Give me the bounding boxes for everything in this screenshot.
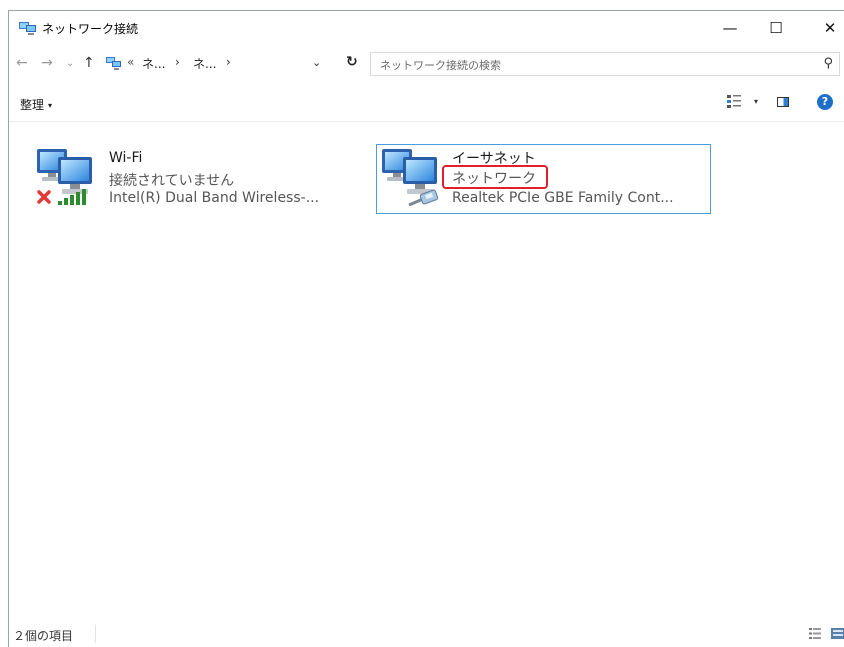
- close-button[interactable]: ✕: [815, 11, 844, 45]
- breadcrumb-separator-icon[interactable]: ›: [175, 55, 180, 69]
- ethernet-cable-icon: [408, 189, 439, 207]
- command-bar: 整理 ▾ ▾ ?: [9, 85, 844, 122]
- search-input[interactable]: ネットワーク接続の検索 ⚲: [370, 52, 840, 76]
- view-options-caret-icon[interactable]: ▾: [754, 97, 758, 106]
- address-row: ← → ⌄ ↑ « ネ... › ネ... › ⌄ ↻ ネットワーク接続の検索 …: [9, 49, 844, 79]
- back-arrow-icon[interactable]: ←: [16, 55, 28, 71]
- window-title: ネットワーク接続: [42, 22, 139, 36]
- caret-down-icon: ▾: [48, 101, 53, 110]
- address-bar[interactable]: « ネ... › ネ... › ⌄: [102, 52, 338, 74]
- forward-arrow-icon[interactable]: →: [41, 55, 53, 71]
- refresh-icon[interactable]: ↻: [346, 54, 358, 70]
- connection-item-ethernet[interactable]: イーサネット ネットワーク Realtek PCIe GBE Family Co…: [376, 144, 711, 214]
- connections-list: Wi-Fi 接続されていません Intel(R) Dual Band Wirel…: [9, 122, 844, 619]
- network-connections-app-icon: [19, 22, 36, 35]
- status-divider: [95, 625, 96, 643]
- minimize-button[interactable]: —: [707, 11, 753, 45]
- search-placeholder: ネットワーク接続の検索: [380, 59, 501, 72]
- address-dropdown-chevron-icon[interactable]: ⌄: [312, 56, 321, 69]
- network-connections-location-icon: [106, 57, 121, 70]
- explorer-window: ネットワーク接続 — ☐ ✕ ← → ⌄ ↑ « ネ... › ネ... › ⌄…: [8, 10, 844, 647]
- connection-status: 接続されていません: [109, 173, 235, 189]
- details-view-icon[interactable]: [809, 628, 821, 639]
- preview-pane-icon[interactable]: [777, 97, 789, 107]
- organize-menu-button[interactable]: 整理 ▾: [20, 96, 52, 113]
- up-arrow-icon[interactable]: ↑: [83, 55, 95, 71]
- help-icon[interactable]: ?: [817, 94, 833, 110]
- title-bar: ネットワーク接続 — ☐ ✕: [9, 11, 844, 45]
- red-highlight-annotation: [442, 165, 548, 189]
- tiles-view-icon[interactable]: [831, 628, 844, 639]
- recent-locations-chevron-icon[interactable]: ⌄: [66, 58, 74, 69]
- breadcrumb-item[interactable]: ネ...: [142, 55, 165, 72]
- maximize-button[interactable]: ☐: [753, 11, 799, 45]
- connection-item-wifi[interactable]: Wi-Fi 接続されていません Intel(R) Dual Band Wirel…: [34, 146, 374, 216]
- search-icon[interactable]: ⚲: [823, 56, 833, 71]
- breadcrumb-separator-icon[interactable]: ›: [226, 55, 231, 69]
- connection-device: Intel(R) Dual Band Wireless-...: [109, 190, 320, 206]
- connection-device: Realtek PCIe GBE Family Cont...: [452, 190, 674, 206]
- organize-label: 整理: [20, 98, 45, 112]
- breadcrumb-overflow[interactable]: «: [127, 55, 134, 69]
- connection-name: Wi-Fi: [109, 150, 143, 166]
- change-view-icon[interactable]: [727, 94, 741, 108]
- item-count: ２個の項目: [13, 629, 74, 643]
- breadcrumb-item[interactable]: ネ...: [193, 55, 216, 72]
- status-bar: ２個の項目: [9, 619, 844, 647]
- network-computers-icon: [37, 149, 92, 205]
